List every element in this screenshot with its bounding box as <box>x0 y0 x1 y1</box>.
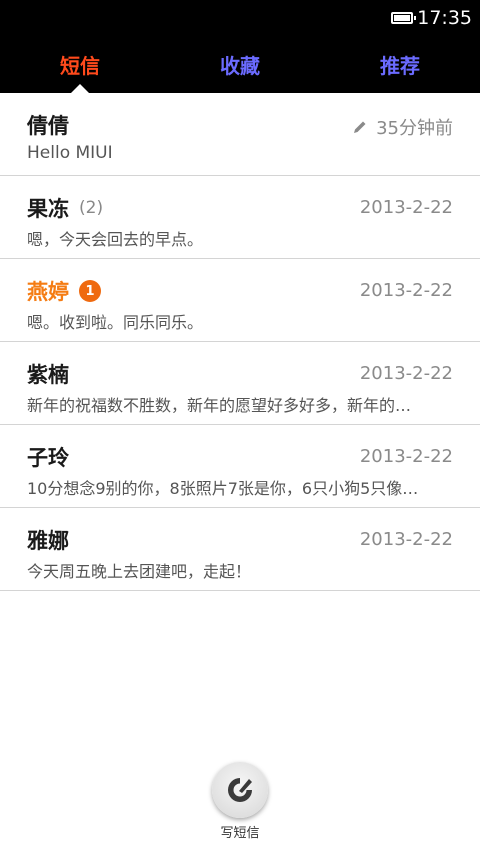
message-time: 35分钟前 <box>352 114 453 140</box>
conversation-row[interactable]: 燕婷 1 2013-2-22 嗯。收到啦。同乐同乐。 <box>0 259 480 342</box>
tab-bar: 短信 收藏 推荐 <box>0 35 480 93</box>
pencil-icon <box>354 121 366 133</box>
compose-label: 写短信 <box>220 826 260 841</box>
compose-icon <box>228 778 252 802</box>
contact-name: 紫楠 <box>27 363 69 387</box>
conversation-row[interactable]: 倩倩 35分钟前 Hello MIUI <box>0 93 480 176</box>
message-preview: 嗯。收到啦。同乐同乐。 <box>27 313 204 332</box>
message-preview: 今天周五晚上去团建吧，走起！ <box>27 562 252 581</box>
compose-button[interactable] <box>212 762 268 818</box>
message-time: 2013-2-22 <box>359 529 453 550</box>
tab-recommended-label: 推荐 <box>380 53 420 78</box>
conversation-row[interactable]: 子玲 2013-2-22 10分想念9别的你，8张照片7张是你，6只小狗5只像… <box>0 425 480 508</box>
unread-badge: 1 <box>79 280 101 302</box>
message-time: 2013-2-22 <box>359 280 453 301</box>
contact-name: 子玲 <box>27 446 69 470</box>
message-count: (2) <box>79 198 104 218</box>
status-time: 17:35 <box>417 6 472 29</box>
message-time: 2013-2-22 <box>359 363 453 384</box>
tab-sms[interactable]: 短信 <box>0 35 160 93</box>
message-preview: Hello MIUI <box>27 143 113 163</box>
conversation-row[interactable]: 雅娜 2013-2-22 今天周五晚上去团建吧，走起！ <box>0 508 480 591</box>
message-preview: 新年的祝福数不胜数，新年的愿望好多好多，新年的… <box>27 396 412 415</box>
tab-favorites[interactable]: 收藏 <box>160 35 320 93</box>
tab-sms-label: 短信 <box>60 53 100 78</box>
message-time: 2013-2-22 <box>359 446 453 467</box>
conversation-list: 倩倩 35分钟前 Hello MIUI 果冻 (2) 2013-2-22 嗯，今… <box>0 93 480 591</box>
message-time: 2013-2-22 <box>359 197 453 218</box>
contact-name: 雅娜 <box>27 529 69 553</box>
conversation-row[interactable]: 果冻 (2) 2013-2-22 嗯，今天会回去的早点。 <box>0 176 480 259</box>
status-bar: 17:35 <box>0 0 480 35</box>
message-time-text: 35分钟前 <box>376 118 453 139</box>
tab-favorites-label: 收藏 <box>220 53 260 78</box>
message-preview: 嗯，今天会回去的早点。 <box>27 230 204 249</box>
contact-name: 燕婷 <box>27 280 69 304</box>
conversation-row[interactable]: 紫楠 2013-2-22 新年的祝福数不胜数，新年的愿望好多好多，新年的… <box>0 342 480 425</box>
battery-icon <box>391 11 417 24</box>
message-preview: 10分想念9别的你，8张照片7张是你，6只小狗5只像… <box>27 479 419 498</box>
contact-name: 倩倩 <box>27 114 69 138</box>
compose-area: 写短信 <box>0 762 480 852</box>
tab-recommended[interactable]: 推荐 <box>320 35 480 93</box>
contact-name: 果冻 <box>27 197 69 221</box>
